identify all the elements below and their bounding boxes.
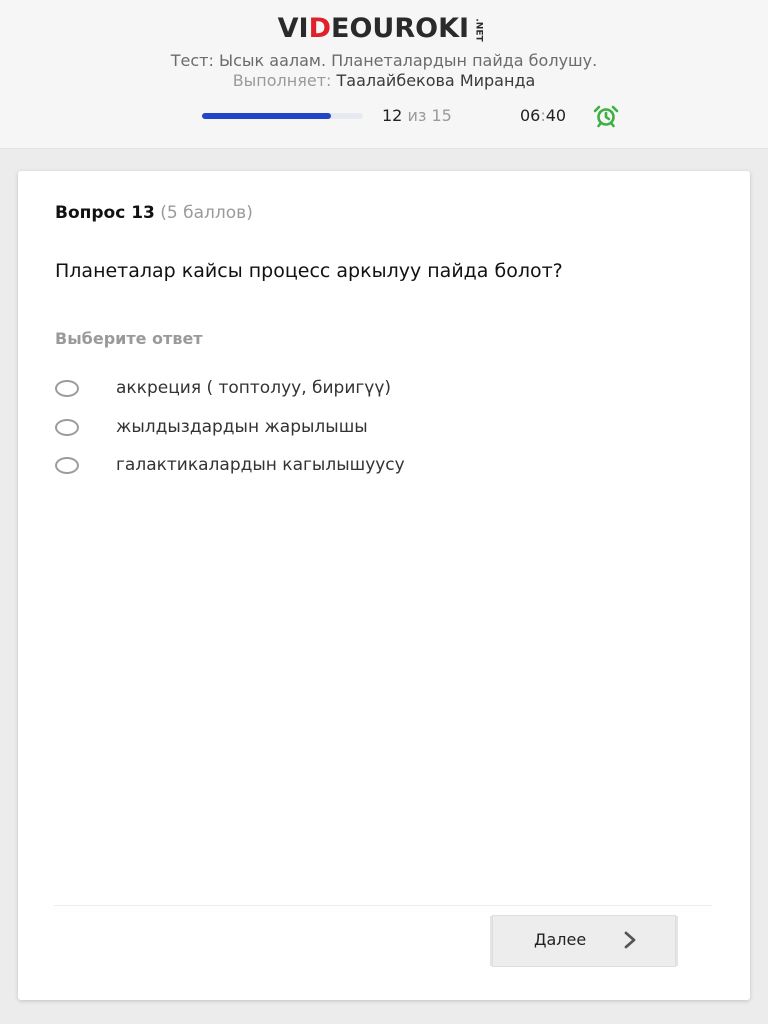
- question-text: Планеталар кайсы процесс аркылуу пайда б…: [55, 260, 563, 282]
- next-button[interactable]: Далее: [493, 916, 675, 966]
- videouroki-logo: VIDEOUROKI .NET: [277, 13, 484, 44]
- next-button-label: Далее: [534, 930, 587, 949]
- answer-option[interactable]: галактикалардын кагылышуусу: [55, 454, 695, 480]
- counter-current: 12: [382, 106, 403, 125]
- header: VIDEOUROKI .NET Тест: Ысык аалам. Планета…: [0, 0, 768, 149]
- radio-button[interactable]: [55, 419, 79, 436]
- performer-label: Выполняет:: [232, 71, 332, 90]
- performer-name: Таалайбекова Миранда: [336, 71, 536, 90]
- performer: Выполняет: Таалайбекова Миранда: [0, 71, 768, 91]
- progress-bar-fill: [202, 113, 331, 119]
- radio-button[interactable]: [55, 380, 79, 397]
- divider: [54, 905, 712, 906]
- answer-option[interactable]: аккреция ( топтолуу, биригүү): [55, 377, 695, 403]
- choose-answer-label: Выберите ответ: [55, 329, 203, 348]
- radio-button[interactable]: [55, 457, 79, 474]
- test-title: Тест: Ысык аалам. Планеталардын пайда бо…: [170, 51, 598, 70]
- answer-option-label: галактикалардын кагылышуусу: [116, 455, 405, 475]
- answer-option-label: аккреция ( топтолуу, биригүү): [116, 378, 392, 398]
- alarm-clock-icon: [593, 105, 619, 128]
- answer-option-label: жылдыздардын жарылышы: [116, 417, 368, 437]
- question-counter: 12 из 15: [382, 106, 452, 126]
- chevron-right-icon: [624, 931, 636, 949]
- progress-bar: [202, 113, 363, 119]
- counter-total: 15: [431, 106, 452, 125]
- question-points: (5 баллов): [160, 203, 253, 223]
- timer: 06:40: [520, 106, 566, 126]
- counter-of: из: [407, 106, 427, 125]
- timer-minutes: 06: [520, 106, 541, 125]
- timer-seconds: 40: [545, 106, 567, 125]
- answer-option[interactable]: жылдыздардын жарылышы: [55, 416, 695, 442]
- question-header: Вопрос 13 (5 баллов): [55, 202, 253, 224]
- question-card: Вопрос 13 (5 баллов) Планеталар кайсы пр…: [18, 171, 750, 1000]
- question-number: Вопрос 13: [55, 203, 155, 223]
